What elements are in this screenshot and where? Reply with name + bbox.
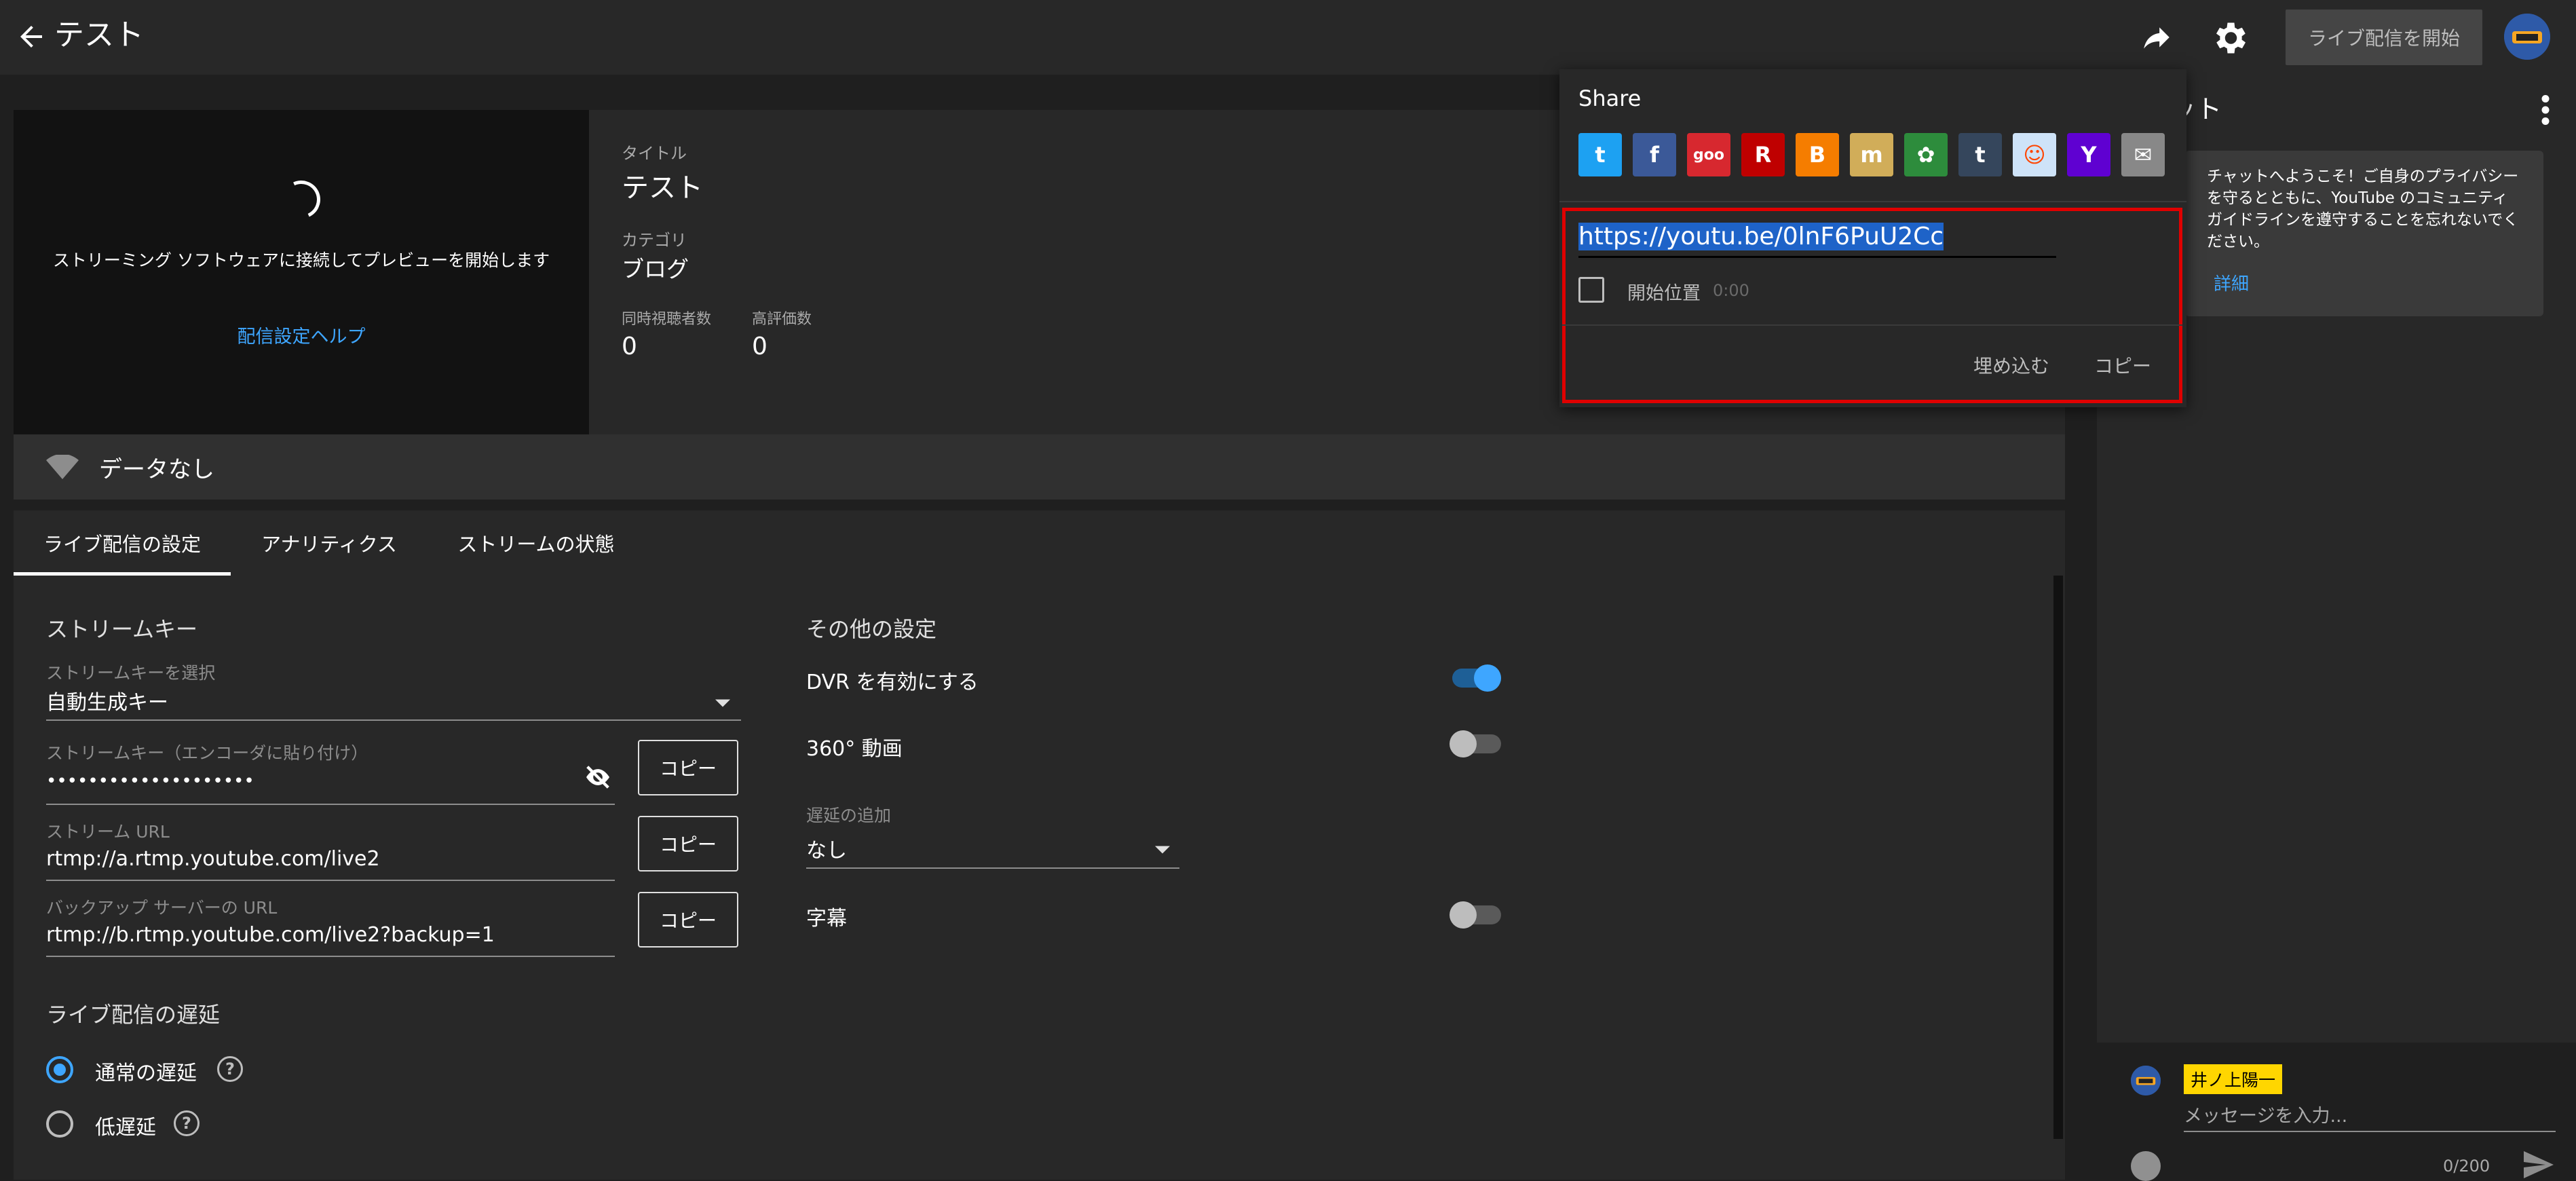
- divider: [1559, 201, 2186, 202]
- key-underline: [46, 804, 615, 805]
- latency-heading: ライブ配信の遅延: [46, 1002, 221, 1028]
- low-latency-radio[interactable]: [46, 1110, 73, 1138]
- other-settings-heading: その他の設定: [806, 616, 937, 642]
- start-at-checkbox[interactable]: [1578, 277, 1604, 303]
- back-arrow-icon[interactable]: [15, 20, 48, 53]
- low-latency-label: 低遅延: [95, 1116, 156, 1140]
- backup-url-label: バックアップ サーバーの URL: [46, 898, 278, 918]
- preview-message: ストリーミング ソフトウェアに接続してプレビューを開始します: [52, 250, 550, 270]
- stream-settings-help-link[interactable]: 配信設定ヘルプ: [14, 322, 589, 348]
- chat-more-link[interactable]: 詳細: [2214, 270, 2249, 295]
- stream-key-select-label: ストリームキーを選択: [46, 663, 216, 683]
- captions-toggle-knob[interactable]: [1450, 901, 1477, 929]
- dropdown-arrow-icon[interactable]: [1155, 846, 1170, 854]
- goo-share-icon[interactable]: goo: [1687, 133, 1730, 176]
- divider: [1562, 324, 2182, 326]
- stream-url-field[interactable]: rtmp://a.rtmp.youtube.com/live2: [46, 847, 380, 871]
- 360-video-toggle-knob[interactable]: [1450, 730, 1477, 757]
- share-icon[interactable]: [2138, 20, 2176, 54]
- viewers-label: 同時視聴者数: [622, 311, 712, 328]
- facebook-share-icon[interactable]: f: [1633, 133, 1676, 176]
- chat-avatar: [2131, 1066, 2161, 1095]
- chat-char-count: 0/200: [2443, 1157, 2490, 1176]
- stream-health-bar: [14, 434, 2065, 500]
- rakuten-share-icon[interactable]: R: [1741, 133, 1785, 176]
- top-bar: [0, 0, 2576, 75]
- yahoo-share-icon[interactable]: Y: [2067, 133, 2110, 176]
- stream-key-heading: ストリームキー: [46, 616, 198, 642]
- avatar[interactable]: [2504, 14, 2550, 60]
- title-label: タイトル: [622, 144, 687, 163]
- go-live-button[interactable]: ライブ配信を開始: [2286, 10, 2482, 65]
- likes-label: 高評価数: [752, 311, 812, 328]
- embed-button[interactable]: 埋め込む: [1973, 352, 2049, 379]
- copy-link-button[interactable]: コピー: [2094, 352, 2151, 379]
- data-status-label: データなし: [99, 456, 214, 483]
- backup-underline: [46, 956, 615, 957]
- dropdown-arrow-icon[interactable]: [715, 699, 730, 707]
- url-underline: [46, 880, 615, 881]
- captions-label: 字幕: [806, 907, 847, 931]
- share-url-field[interactable]: https://youtu.be/0lnF6PuU2Cc: [1578, 223, 1944, 250]
- settings-panel: [14, 576, 2065, 1180]
- more-vert-icon[interactable]: [2541, 95, 2550, 125]
- ameba-share-icon[interactable]: ✿: [1904, 133, 1948, 176]
- email-share-icon[interactable]: ✉: [2121, 133, 2165, 176]
- chat-input-underline: [2184, 1131, 2556, 1132]
- delay-label: 遅延の追加: [806, 806, 892, 825]
- category-value: ブログ: [622, 256, 689, 282]
- dvr-toggle-knob[interactable]: [1474, 664, 1501, 692]
- copy-backup-url-button[interactable]: コピー: [638, 892, 738, 948]
- share-url-text: https://youtu.be/0lnF6PuU2Cc: [1578, 223, 1944, 250]
- likes-value: 0: [752, 333, 768, 360]
- delay-underline: [806, 867, 1179, 869]
- twitter-share-icon[interactable]: t: [1578, 133, 1622, 176]
- select-underline: [46, 719, 741, 721]
- blogger-share-icon[interactable]: B: [1796, 133, 1839, 176]
- dvr-label: DVR を有効にする: [806, 671, 979, 694]
- visibility-off-icon[interactable]: [584, 766, 612, 789]
- chat-welcome-text: チャットへようこそ！ご自身のプライバシーを守るとともに、YouTube のコミュ…: [2207, 168, 2519, 250]
- start-at-time: 0:00: [1713, 281, 1749, 300]
- stream-preview: [14, 110, 589, 434]
- gear-icon[interactable]: [2209, 18, 2250, 58]
- viewers-value: 0: [622, 333, 637, 360]
- stream-key-label: ストリームキー（エンコーダに貼り付け）: [46, 743, 368, 763]
- reddit-share-icon[interactable]: ☺: [2013, 133, 2056, 176]
- stream-key-select[interactable]: 自動生成キー: [46, 686, 168, 715]
- stream-url-label: ストリーム URL: [46, 822, 170, 842]
- tab-analytics[interactable]: アナリティクス: [231, 510, 428, 576]
- signal-icon: [46, 455, 79, 479]
- 360-video-label: 360° 動画: [806, 737, 903, 761]
- stream-key-field[interactable]: ••••••••••••••••••••: [46, 771, 254, 791]
- copy-stream-url-button[interactable]: コピー: [638, 816, 738, 871]
- delay-select[interactable]: なし: [806, 833, 847, 863]
- tab-stream-settings[interactable]: ライブ配信の設定: [14, 510, 231, 576]
- copy-stream-key-button[interactable]: コピー: [638, 740, 738, 795]
- category-label: カテゴリ: [622, 231, 687, 250]
- emoji-icon[interactable]: [2131, 1151, 2161, 1181]
- send-icon[interactable]: [2522, 1151, 2556, 1178]
- url-field-underline: [1578, 256, 2056, 258]
- share-title: Share: [1578, 86, 1642, 111]
- tumblr-share-icon[interactable]: t: [1958, 133, 2002, 176]
- chat-message-input[interactable]: メッセージを入力...: [2184, 1101, 2347, 1127]
- tab-stream-health[interactable]: ストリームの状態: [434, 510, 638, 576]
- mixi-share-icon[interactable]: m: [1850, 133, 1893, 176]
- start-at-label: 開始位置: [1627, 283, 1701, 304]
- scrollbar[interactable]: [2053, 576, 2063, 1139]
- backup-url-field[interactable]: rtmp://b.rtmp.youtube.com/live2?backup=1: [46, 923, 495, 947]
- chat-username-badge: 井ノ上陽一: [2184, 1064, 2283, 1094]
- normal-latency-label: 通常の遅延: [95, 1062, 197, 1085]
- help-icon[interactable]: ?: [174, 1110, 200, 1136]
- page-title: テスト: [54, 18, 144, 52]
- help-icon[interactable]: ?: [217, 1056, 243, 1082]
- title-value: テスト: [622, 172, 703, 204]
- normal-latency-radio[interactable]: [46, 1056, 73, 1083]
